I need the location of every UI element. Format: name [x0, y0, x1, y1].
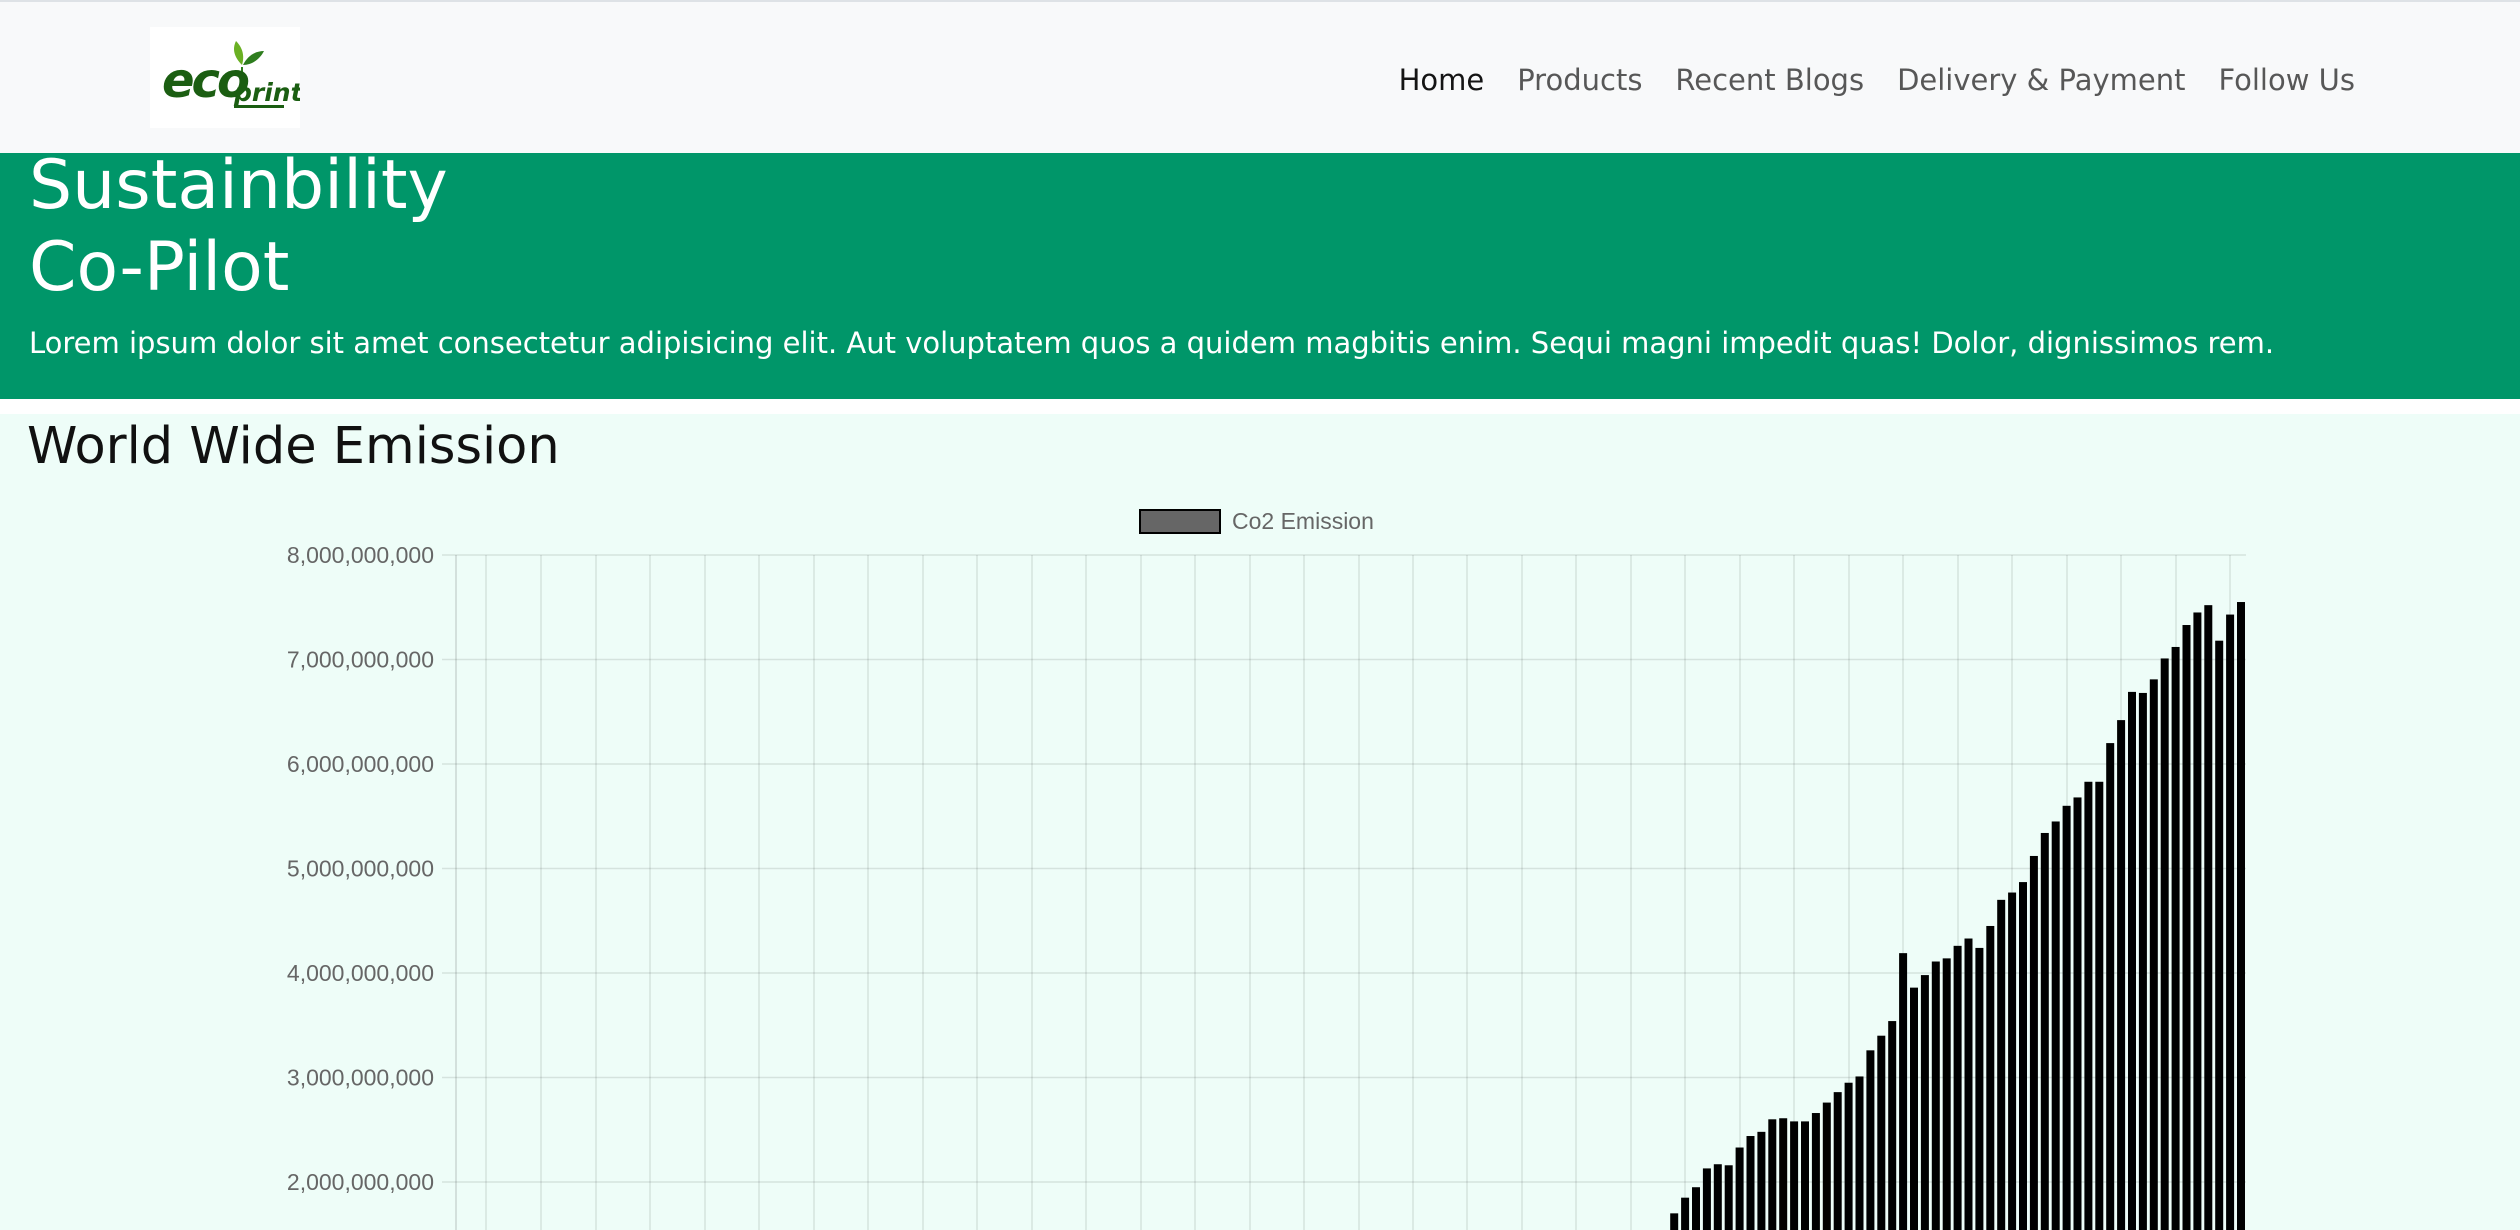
chart-bar	[2051, 821, 2060, 1230]
nav-link-follow-us[interactable]: Follow Us	[2218, 60, 2355, 100]
chart-bar	[1877, 1035, 1886, 1230]
chart-bar	[1757, 1131, 1766, 1230]
chart-bar	[1866, 1050, 1875, 1230]
nav-link-products[interactable]: Products	[1517, 60, 1642, 100]
hero-description: Lorem ipsum dolor sit amet consectetur a…	[29, 326, 2275, 360]
emission-section: World Wide Emission Co2 Emission 8,000,0…	[0, 414, 2520, 1230]
chart-bar	[2204, 605, 2213, 1230]
chart-bar	[1724, 1165, 1733, 1230]
y-tick-label: 2,000,000,000	[287, 1169, 434, 1195]
chart-bar	[1920, 975, 1929, 1230]
chart-bar	[1692, 1187, 1700, 1230]
y-tick-label: 4,000,000,000	[287, 960, 434, 986]
chart-bar	[1779, 1118, 1788, 1230]
chart-bar	[1833, 1092, 1842, 1230]
chart-bar	[1702, 1168, 1711, 1230]
chart-bar	[1953, 945, 1962, 1230]
chart-bar	[1811, 1113, 1820, 1230]
chart-bar	[1844, 1082, 1853, 1230]
chart-bar	[2149, 679, 2158, 1230]
chart-bar	[2237, 602, 2245, 1230]
hero-banner: Sustainbility Co-Pilot Lorem ipsum dolor…	[0, 153, 2520, 399]
nav-link-recent-blogs[interactable]: Recent Blogs	[1675, 60, 1864, 100]
chart-bar	[1713, 1164, 1722, 1230]
chart-bar	[1822, 1102, 1831, 1230]
nav-link-delivery-payment[interactable]: Delivery & Payment	[1897, 60, 2185, 100]
top-navbar: eco print Home Products Recent Blogs Del…	[0, 0, 2520, 153]
chart-bar	[2215, 640, 2224, 1230]
chart-bar	[2008, 892, 2017, 1230]
chart-bar	[2084, 781, 2093, 1230]
chart-bar	[1855, 1076, 1864, 1230]
chart-bar	[2106, 743, 2115, 1230]
chart-bar	[2226, 614, 2235, 1230]
chart-bar	[1997, 899, 2006, 1230]
chart-svg: 8,000,000,000 7,000,000,000 6,000,000,000 5…	[287, 542, 2246, 1230]
chart-bar	[2171, 646, 2180, 1230]
chart-bar	[1910, 987, 1918, 1230]
y-tick-label: 7,000,000,000	[287, 647, 434, 673]
chart-bar	[1975, 947, 1984, 1230]
nav-link-home[interactable]: Home	[1399, 60, 1485, 100]
chart-bar	[2193, 612, 2202, 1230]
chart-bar	[2040, 832, 2049, 1230]
chart-bar	[2095, 781, 2104, 1230]
chart-bar	[1735, 1147, 1744, 1230]
chart-bar	[1888, 1021, 1897, 1230]
chart-bar	[2019, 882, 2027, 1230]
chart-bar	[1964, 938, 1973, 1230]
chart-bar	[2160, 658, 2169, 1230]
chart-bar	[1768, 1119, 1777, 1230]
y-tick-label: 3,000,000,000	[287, 1065, 434, 1091]
logo-image: eco print	[162, 41, 300, 109]
ecoprint-logo[interactable]: eco print	[150, 27, 300, 128]
chart-bar	[1681, 1197, 1690, 1230]
chart-bar	[2182, 625, 2191, 1230]
emission-chart: Co2 Emission 8,000,000,000 7,000,000,000 6…	[0, 414, 2520, 1230]
svg-text:print: print	[233, 78, 300, 107]
y-tick-label: 6,000,000,000	[287, 751, 434, 777]
y-tick-label: 8,000,000,000	[287, 542, 434, 568]
chart-bar	[1899, 953, 1908, 1230]
chart-bar	[1942, 958, 1951, 1230]
chart-bar	[1986, 925, 1995, 1230]
chart-bar	[2117, 720, 2126, 1230]
chart-bar	[2128, 691, 2136, 1230]
chart-bar	[1801, 1121, 1809, 1230]
chart-bar	[1790, 1121, 1799, 1230]
y-tick-label: 5,000,000,000	[287, 856, 434, 882]
chart-bar	[2029, 855, 2038, 1230]
chart-bar	[2062, 805, 2071, 1230]
chart-bar	[1746, 1136, 1755, 1230]
hero-title-line-2: Co-Pilot	[29, 228, 290, 307]
hero-title-line-1: Sustainbility	[29, 153, 448, 225]
chart-bar	[2138, 692, 2147, 1230]
chart-bar	[2073, 797, 2082, 1230]
nav-links: Home Products Recent Blogs Delivery & Pa…	[1366, 60, 2355, 100]
chart-bar	[1931, 961, 1940, 1230]
chart-bar	[1670, 1213, 1679, 1230]
hero-title: Sustainbility Co-Pilot	[29, 153, 448, 309]
